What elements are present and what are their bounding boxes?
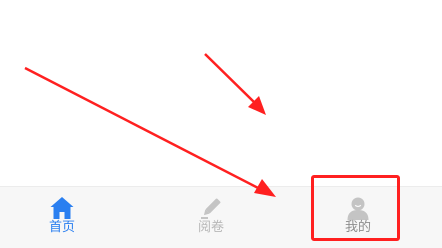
tab-review-label: 阅卷 [197, 220, 224, 235]
user-icon [347, 197, 369, 220]
arrow-short [204, 53, 257, 105]
bottom-tab-bar: 首页 阅卷 我的 [0, 186, 442, 248]
tab-home-label: 首页 [48, 220, 75, 235]
app-screen: 首页 阅卷 我的 [0, 0, 442, 248]
tab-mine[interactable]: 我的 [313, 187, 403, 248]
arrow-long [24, 66, 263, 192]
arrow-short-head [248, 96, 266, 115]
tab-home[interactable]: 首页 [17, 187, 107, 248]
pencil-icon [201, 198, 221, 219]
tab-review[interactable]: 阅卷 [166, 187, 256, 248]
home-icon [50, 197, 74, 219]
tab-mine-label: 我的 [344, 220, 371, 235]
